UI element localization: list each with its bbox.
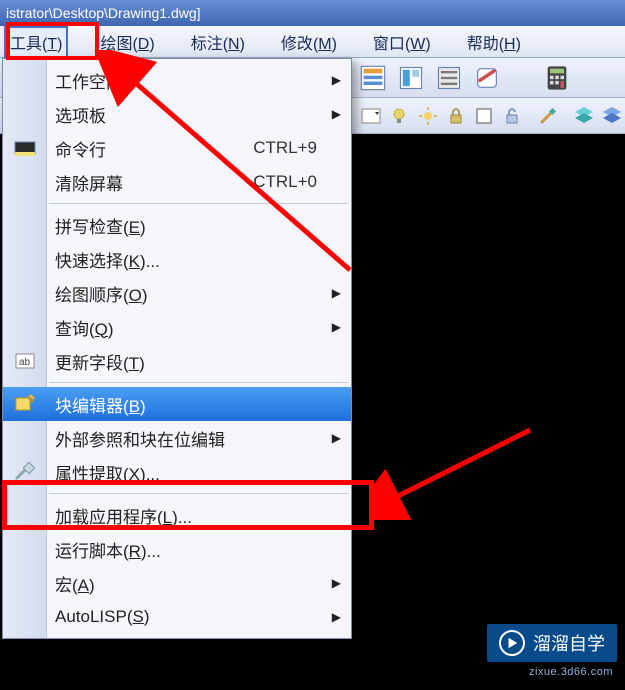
matchprop-button[interactable] xyxy=(535,102,561,130)
menuitem-palettes[interactable]: 选项板 ▶ xyxy=(3,97,351,131)
menuitem-autolisp[interactable]: AutoLISP(S) ▶ xyxy=(3,600,351,634)
sun-icon xyxy=(418,106,438,126)
stack-blue-icon xyxy=(601,105,623,127)
menu-separator xyxy=(49,382,349,383)
menuitem-spellcheck[interactable]: 拼写检查(E) xyxy=(3,208,351,242)
layer-dropdown[interactable] xyxy=(358,102,384,130)
submenu-arrow-icon: ▶ xyxy=(332,107,341,121)
submenu-arrow-icon: ▶ xyxy=(332,73,341,87)
submenu-arrow-icon: ▶ xyxy=(332,431,341,445)
tools-dropdown: 工作空间 ▶ 选项板 ▶ 命令行 CTRL+9 清除屏幕 CTRL+0 拼写检查… xyxy=(2,58,352,639)
calculator-icon xyxy=(543,64,571,92)
watermark-text: 溜溜自学 xyxy=(533,630,605,656)
layer-icon xyxy=(361,106,381,126)
menuitem-loadapp[interactable]: 加载应用程序(L)... xyxy=(3,498,351,532)
drawing-canvas[interactable] xyxy=(352,134,625,690)
props-panel-button[interactable] xyxy=(358,63,388,93)
layer-unlock-button[interactable] xyxy=(499,102,525,130)
submenu-arrow-icon: ▶ xyxy=(332,576,341,590)
unlock-icon xyxy=(502,106,522,126)
menu-separator xyxy=(49,203,349,204)
calculator-button[interactable] xyxy=(542,63,572,93)
blockeditor-icon xyxy=(11,390,39,418)
menuitem-blockeditor[interactable]: 块编辑器(B) xyxy=(3,387,351,421)
menu-draw[interactable]: 绘图(D) xyxy=(96,28,158,56)
submenu-arrow-icon: ▶ xyxy=(332,610,341,624)
play-logo-icon xyxy=(499,630,525,656)
toolpalette-button[interactable] xyxy=(472,63,502,93)
color-swatch-icon xyxy=(474,106,494,126)
submenu-arrow-icon: ▶ xyxy=(332,320,341,334)
menu-bar: 工具(T) 绘图(D) 标注(N) 修改(M) 窗口(W) 帮助(H) xyxy=(0,26,625,58)
properties-icon xyxy=(359,64,387,92)
menuitem-attrextract[interactable]: 属性提取(X)... xyxy=(3,455,351,489)
title-text: istrator\Desktop\Drawing1.dwg] xyxy=(6,5,201,21)
menuitem-updatefields[interactable]: ab 更新字段(T) xyxy=(3,344,351,378)
toolpalette-icon xyxy=(473,64,501,92)
menuitem-xrefinplace[interactable]: 外部参照和块在位编辑 ▶ xyxy=(3,421,351,455)
updatefields-icon: ab xyxy=(11,347,39,375)
menuitem-draworder[interactable]: 绘图顺序(O) ▶ xyxy=(3,276,351,310)
watermark-badge: 溜溜自学 xyxy=(487,624,617,662)
menuitem-workspace[interactable]: 工作空间 ▶ xyxy=(3,63,351,97)
bulb-off-icon xyxy=(389,106,409,126)
stack-cyan-icon xyxy=(573,105,595,127)
stack-blue-button[interactable] xyxy=(599,102,625,130)
stack-cyan-button[interactable] xyxy=(571,102,597,130)
svg-text:ab: ab xyxy=(19,357,31,368)
layer-lock-button[interactable] xyxy=(443,102,469,130)
menuitem-runscript[interactable]: 运行脚本(R)... xyxy=(3,532,351,566)
title-bar: istrator\Desktop\Drawing1.dwg] xyxy=(0,0,625,26)
shortcut-text: CTRL+9 xyxy=(253,138,317,158)
commandline-icon xyxy=(11,134,39,162)
menuitem-commandline[interactable]: 命令行 CTRL+9 xyxy=(3,131,351,165)
layer-freeze-button[interactable] xyxy=(414,102,440,130)
menuitem-inquiry[interactable]: 查询(Q) ▶ xyxy=(3,310,351,344)
dbconnect-button[interactable] xyxy=(434,63,464,93)
shortcut-text: CTRL+0 xyxy=(253,172,317,192)
menu-modify[interactable]: 修改(M) xyxy=(277,28,341,56)
sheetset-button[interactable] xyxy=(396,63,426,93)
menu-separator xyxy=(49,493,349,494)
menuitem-quickselect[interactable]: 快速选择(K)... xyxy=(3,242,351,276)
submenu-arrow-icon: ▶ xyxy=(332,286,341,300)
menu-annotate[interactable]: 标注(N) xyxy=(187,28,249,56)
matchprop-icon xyxy=(538,106,558,126)
lock-icon xyxy=(446,106,466,126)
menuitem-macro[interactable]: 宏(A) ▶ xyxy=(3,566,351,600)
sheet-icon xyxy=(397,64,425,92)
menu-tools[interactable]: 工具(T) xyxy=(4,26,68,58)
menu-help[interactable]: 帮助(H) xyxy=(463,28,525,56)
menu-window[interactable]: 窗口(W) xyxy=(369,28,435,56)
watermark-url: zixue.3d66.com xyxy=(529,666,613,678)
layer-color-swatch[interactable] xyxy=(471,102,497,130)
menuitem-cleanscreen[interactable]: 清除屏幕 CTRL+0 xyxy=(3,165,351,199)
layer-off-button[interactable] xyxy=(386,102,412,130)
db-icon xyxy=(435,64,463,92)
attrextract-icon xyxy=(11,458,39,486)
